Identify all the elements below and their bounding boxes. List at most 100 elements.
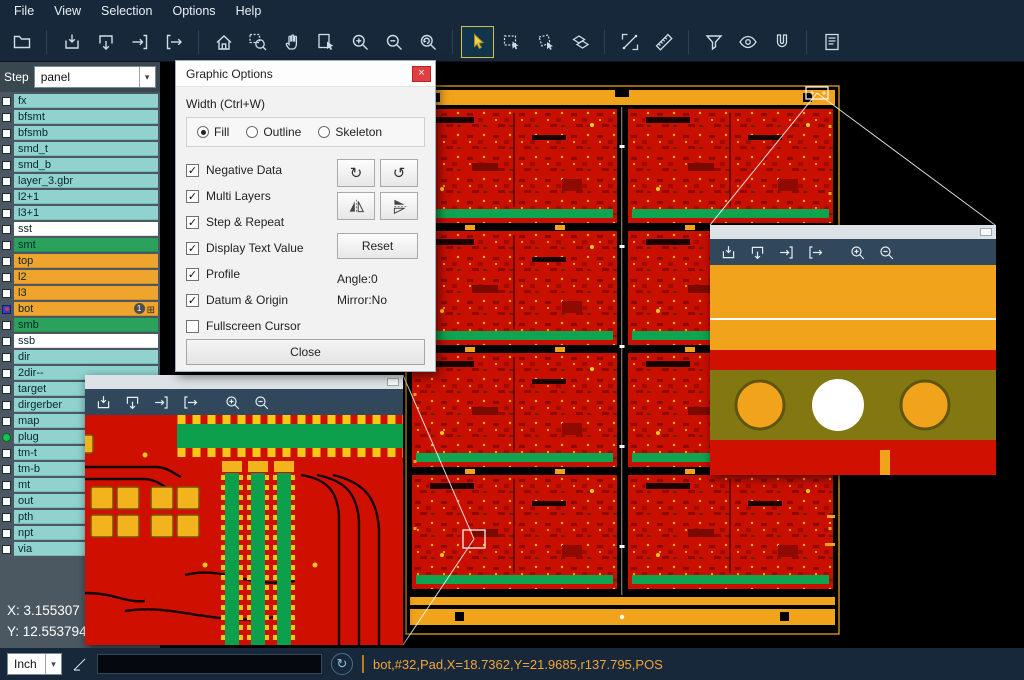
- snap-button[interactable]: [766, 27, 797, 57]
- layer-visibility-checkbox[interactable]: [2, 257, 11, 266]
- layer-row[interactable]: l2+1: [0, 189, 160, 205]
- zoom-out-button[interactable]: [378, 27, 409, 57]
- layer-row[interactable]: smd_t: [0, 141, 160, 157]
- zoom-window-button[interactable]: [242, 27, 273, 57]
- step-out-button[interactable]: [158, 27, 189, 57]
- import-bottom-button[interactable]: [90, 27, 121, 57]
- ruler-button[interactable]: [648, 27, 679, 57]
- layer-cell[interactable]: bot 1: [14, 302, 158, 316]
- layer-visibility-checkbox[interactable]: [2, 97, 11, 106]
- filter-button[interactable]: [698, 27, 729, 57]
- step-in-button[interactable]: [149, 391, 173, 413]
- layer-row[interactable]: bot 1: [0, 301, 160, 317]
- reset-button[interactable]: Reset: [337, 233, 418, 259]
- layer-visibility-checkbox[interactable]: [2, 305, 11, 314]
- layer-visibility-checkbox[interactable]: [2, 433, 11, 442]
- dialog-close-button[interactable]: Close: [186, 339, 425, 365]
- report-button[interactable]: [816, 27, 847, 57]
- layer-visibility-checkbox[interactable]: [2, 161, 11, 170]
- layer-cell[interactable]: smd_b: [14, 158, 158, 172]
- select-window-button[interactable]: [496, 27, 527, 57]
- option-checkbox-row[interactable]: Multi Layers: [186, 183, 337, 209]
- option-checkbox-row[interactable]: Datum & Origin: [186, 287, 337, 313]
- command-input[interactable]: [97, 654, 322, 674]
- layer-cell[interactable]: l3: [14, 286, 158, 300]
- step-select[interactable]: panel ▾: [34, 66, 156, 88]
- width-mode-radio[interactable]: Outline: [246, 125, 301, 139]
- layer-cell[interactable]: ssb: [14, 334, 158, 348]
- layer-visibility-checkbox[interactable]: [2, 193, 11, 202]
- layer-cell[interactable]: bfsmb: [14, 126, 158, 140]
- import-bottom-button[interactable]: [745, 241, 769, 263]
- layer-row[interactable]: smt: [0, 237, 160, 253]
- layer-visibility-checkbox[interactable]: [2, 241, 11, 250]
- step-out-button[interactable]: [803, 241, 827, 263]
- layer-cell[interactable]: layer_3.gbr: [14, 174, 158, 188]
- layer-cell[interactable]: dir: [14, 350, 158, 364]
- layer-visibility-checkbox[interactable]: [2, 385, 11, 394]
- layer-row[interactable]: l2: [0, 269, 160, 285]
- layer-visibility-checkbox[interactable]: [2, 337, 11, 346]
- sheet-cursor-button[interactable]: [310, 27, 341, 57]
- layer-cell[interactable]: bfsmt: [14, 110, 158, 124]
- layer-visibility-checkbox[interactable]: [2, 129, 11, 138]
- layer-row[interactable]: bfsmb: [0, 125, 160, 141]
- layer-visibility-checkbox[interactable]: [2, 209, 11, 218]
- option-checkbox-row[interactable]: Display Text Value: [186, 235, 337, 261]
- option-checkbox-row[interactable]: Step & Repeat: [186, 209, 337, 235]
- close-icon[interactable]: ×: [412, 66, 431, 82]
- option-checkbox-row[interactable]: Profile: [186, 261, 337, 287]
- pan-button[interactable]: [276, 27, 307, 57]
- layer-row[interactable]: l3: [0, 285, 160, 301]
- rotate-ccw-button[interactable]: ↺: [380, 159, 418, 187]
- layer-visibility-checkbox[interactable]: [2, 225, 11, 234]
- layer-visibility-checkbox[interactable]: [2, 481, 11, 490]
- option-checkbox-row[interactable]: Negative Data: [186, 157, 337, 183]
- import-top-button[interactable]: [56, 27, 87, 57]
- layer-row[interactable]: smd_b: [0, 157, 160, 173]
- layer-row[interactable]: top: [0, 253, 160, 269]
- window-control-icon[interactable]: [980, 228, 992, 236]
- layer-visibility-checkbox[interactable]: [2, 497, 11, 506]
- magnified-pcb-detail[interactable]: [85, 415, 403, 645]
- layer-visibility-checkbox[interactable]: [2, 321, 11, 330]
- zoom-out-button[interactable]: [249, 391, 273, 413]
- measure-diagonal-button[interactable]: [614, 27, 645, 57]
- menu-item[interactable]: Help: [226, 0, 272, 22]
- magnified-pcb-corner-detail[interactable]: [710, 265, 996, 475]
- width-mode-radio[interactable]: Fill: [197, 125, 229, 139]
- magnifier-titlebar[interactable]: [710, 225, 996, 239]
- layer-cell[interactable]: top: [14, 254, 158, 268]
- menu-item[interactable]: File: [4, 0, 44, 22]
- window-control-icon[interactable]: [387, 378, 399, 386]
- layer-row[interactable]: ssb: [0, 333, 160, 349]
- import-bottom-button[interactable]: [120, 391, 144, 413]
- zoom-in-button[interactable]: [220, 391, 244, 413]
- layer-visibility-checkbox[interactable]: [2, 465, 11, 474]
- layer-cell[interactable]: l2+1: [14, 190, 158, 204]
- layer-visibility-checkbox[interactable]: [2, 113, 11, 122]
- step-in-button[interactable]: [774, 241, 798, 263]
- layer-visibility-checkbox[interactable]: [2, 545, 11, 554]
- option-checkbox-row[interactable]: Fullscreen Cursor: [186, 313, 337, 339]
- layer-row[interactable]: smb: [0, 317, 160, 333]
- layer-cell[interactable]: l3+1: [14, 206, 158, 220]
- layer-row[interactable]: dir: [0, 349, 160, 365]
- layer-visibility-checkbox[interactable]: [2, 369, 11, 378]
- layer-cell[interactable]: l2: [14, 270, 158, 284]
- layer-visibility-checkbox[interactable]: [2, 145, 11, 154]
- step-in-button[interactable]: [124, 27, 155, 57]
- layer-visibility-checkbox[interactable]: [2, 513, 11, 522]
- layer-visibility-checkbox[interactable]: [2, 401, 11, 410]
- layer-cell[interactable]: fx: [14, 94, 158, 108]
- layer-visibility-checkbox[interactable]: [2, 353, 11, 362]
- layer-cell[interactable]: smd_t: [14, 142, 158, 156]
- layer-visibility-checkbox[interactable]: [2, 529, 11, 538]
- menu-item[interactable]: Options: [162, 0, 225, 22]
- mirror-vertical-button[interactable]: [380, 192, 418, 220]
- layer-row[interactable]: bfsmt: [0, 109, 160, 125]
- layer-cell[interactable]: sst: [14, 222, 158, 236]
- layer-visibility-checkbox[interactable]: [2, 177, 11, 186]
- layer-cell[interactable]: smb: [14, 318, 158, 332]
- select-group-button[interactable]: [530, 27, 561, 57]
